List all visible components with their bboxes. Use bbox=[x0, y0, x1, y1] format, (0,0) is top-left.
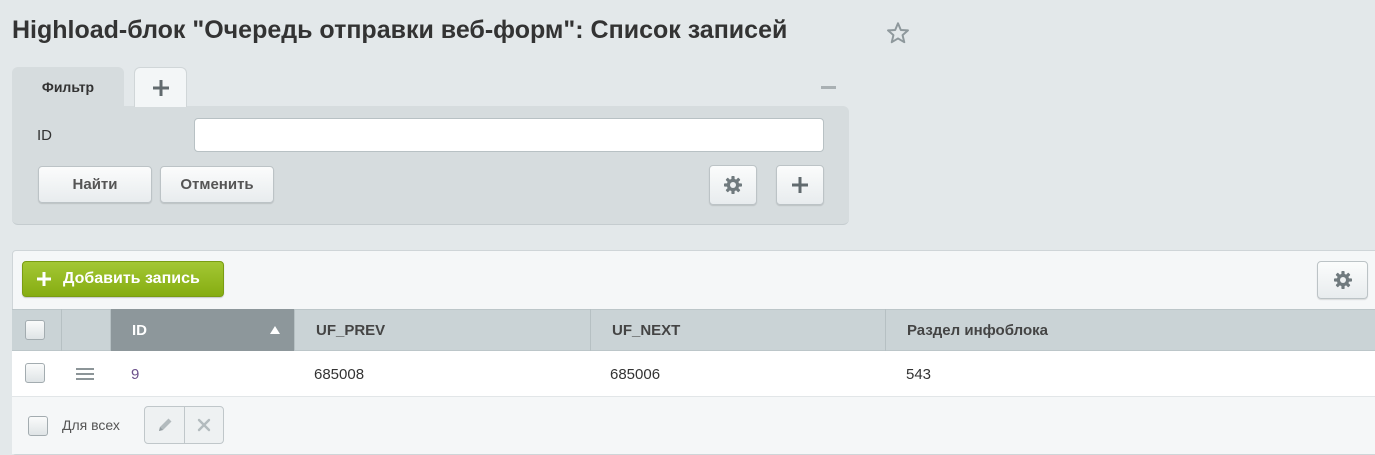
cell-uf-prev: 685008 bbox=[314, 365, 365, 383]
column-header-id-label: ID bbox=[132, 321, 147, 339]
find-button[interactable]: Найти bbox=[38, 166, 152, 203]
grid-settings-button[interactable] bbox=[1317, 261, 1368, 299]
add-record-label: Добавить запись bbox=[63, 270, 200, 287]
group-actions bbox=[144, 406, 224, 444]
cancel-button[interactable]: Отменить bbox=[160, 166, 274, 203]
page-title: Highload-блок "Очередь отправки веб-форм… bbox=[12, 16, 788, 44]
filter-settings-button[interactable] bbox=[709, 165, 757, 205]
add-filter-tab-button[interactable] bbox=[134, 67, 187, 107]
select-all-checkbox[interactable] bbox=[25, 320, 45, 340]
sort-ascending-icon bbox=[270, 326, 280, 334]
delete-button[interactable] bbox=[184, 407, 223, 443]
add-record-button[interactable]: Добавить запись bbox=[22, 261, 224, 297]
filter-id-input[interactable] bbox=[194, 118, 824, 152]
plus-icon bbox=[152, 79, 169, 96]
pencil-icon bbox=[158, 418, 171, 431]
for-all-label: Для всех bbox=[62, 417, 120, 433]
hamburger-icon[interactable] bbox=[76, 366, 94, 382]
column-header-section[interactable]: Раздел инфоблока bbox=[886, 309, 1375, 351]
column-header-uf-next[interactable]: UF_NEXT bbox=[591, 309, 886, 351]
filter-id-label: ID bbox=[37, 127, 52, 144]
edit-button[interactable] bbox=[145, 407, 184, 443]
minus-icon[interactable] bbox=[821, 86, 836, 89]
tab-filter[interactable]: Фильтр bbox=[12, 67, 124, 107]
cell-id[interactable]: 9 bbox=[131, 351, 139, 397]
column-header-id[interactable]: ID bbox=[111, 309, 295, 351]
table-row[interactable] bbox=[12, 351, 1375, 397]
for-all-checkbox[interactable] bbox=[28, 416, 48, 436]
star-icon[interactable] bbox=[885, 20, 911, 46]
column-header-uf-prev[interactable]: UF_PREV bbox=[295, 309, 591, 351]
row-checkbox[interactable] bbox=[25, 363, 45, 383]
cell-uf-next: 685006 bbox=[610, 365, 661, 383]
filter-add-field-button[interactable] bbox=[776, 165, 824, 205]
cell-section: 543 bbox=[906, 365, 932, 383]
gear-icon bbox=[724, 176, 742, 194]
plus-icon bbox=[792, 177, 808, 193]
gear-icon bbox=[1333, 271, 1352, 289]
header-actions-cell bbox=[62, 309, 111, 351]
cross-icon bbox=[197, 418, 211, 432]
tab-filter-label: Фильтр bbox=[41, 79, 95, 95]
plus-icon bbox=[37, 272, 51, 286]
